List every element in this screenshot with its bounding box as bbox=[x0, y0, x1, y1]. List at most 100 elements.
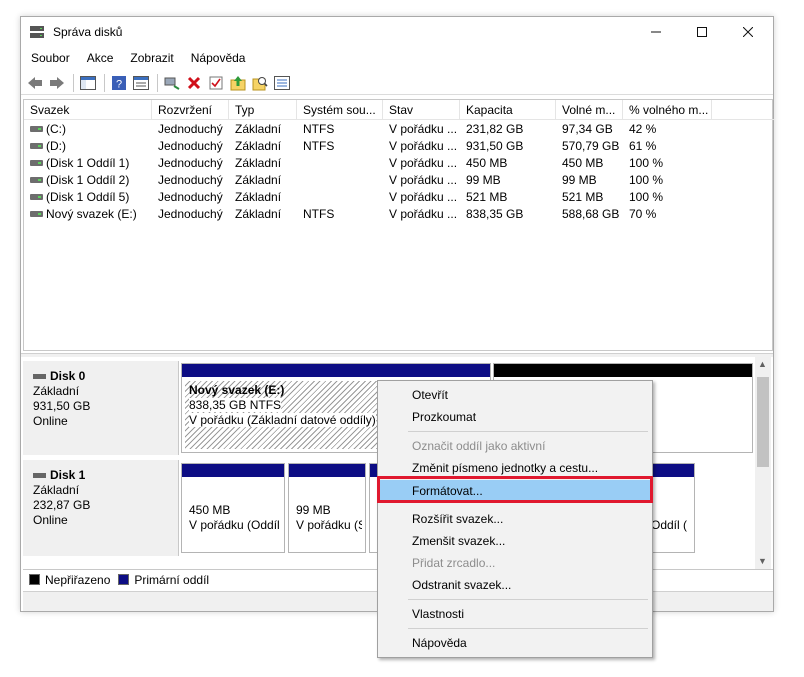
cell-free-space: 97,34 GB bbox=[562, 122, 613, 136]
disk-1-type: Základní bbox=[33, 483, 80, 497]
connect-button[interactable] bbox=[162, 73, 182, 93]
search-icon bbox=[252, 76, 268, 90]
menu-item-extend[interactable]: Rozšířit svazek... bbox=[380, 508, 650, 530]
volume-list[interactable]: Svazek Rozvržení Typ Systém sou... Stav … bbox=[23, 99, 774, 351]
delete-button[interactable] bbox=[184, 73, 204, 93]
graphical-view-scrollbar[interactable]: ▲ ▼ bbox=[755, 357, 771, 569]
connect-icon bbox=[164, 77, 180, 90]
cell-type: Základní bbox=[235, 139, 282, 153]
highlight-frame bbox=[377, 476, 653, 503]
column-capacity[interactable]: Kapacita bbox=[460, 100, 556, 120]
menu-item-properties[interactable]: Vlastnosti bbox=[380, 603, 650, 625]
legend-primary-label: Primární oddíl bbox=[134, 572, 210, 587]
partition-bar-primary bbox=[289, 464, 365, 477]
column-type[interactable]: Typ bbox=[229, 100, 297, 120]
properties-button[interactable] bbox=[131, 73, 151, 93]
disk-0-type: Základní bbox=[33, 384, 80, 398]
cell-status: V pořádku ... bbox=[389, 207, 458, 221]
back-button[interactable] bbox=[25, 73, 45, 93]
column-volume[interactable]: Svazek bbox=[24, 100, 152, 120]
cell-volume: Nový svazek (E:) bbox=[46, 207, 137, 221]
menu-item-help[interactable]: Nápověda bbox=[380, 632, 650, 654]
help-button[interactable]: ? bbox=[109, 73, 129, 93]
table-row[interactable]: (Disk 1 Oddíl 2) Jednoduchý Základní V p… bbox=[24, 172, 774, 189]
partition-size: 450 MB bbox=[189, 503, 231, 517]
toolbar-separator bbox=[157, 73, 158, 92]
cell-percent-free: 70 % bbox=[629, 207, 657, 221]
menu-view[interactable]: Zobrazit bbox=[120, 49, 180, 69]
partition-status: V pořádku (Základní datové oddíly) bbox=[189, 413, 376, 427]
cell-free-space: 450 MB bbox=[562, 156, 604, 170]
close-button[interactable] bbox=[725, 17, 771, 47]
check-button[interactable] bbox=[206, 73, 226, 93]
column-layout[interactable]: Rozvržení bbox=[152, 100, 229, 120]
column-status[interactable]: Stav bbox=[383, 100, 460, 120]
menu-separator bbox=[408, 431, 648, 432]
back-icon bbox=[28, 76, 42, 89]
console-tree-button[interactable] bbox=[78, 73, 98, 93]
column-percent-free[interactable]: % volného m... bbox=[623, 100, 712, 120]
menu-item-mark-active[interactable]: Označit oddíl jako aktivní bbox=[380, 435, 650, 457]
table-row[interactable]: (D:) Jednoduchý Základní NTFS V pořádku … bbox=[24, 138, 774, 155]
cell-volume: (Disk 1 Oddíl 5) bbox=[46, 190, 130, 204]
scroll-up-icon[interactable]: ▲ bbox=[758, 359, 767, 369]
menu-item-shrink[interactable]: Zmenšit svazek... bbox=[380, 530, 650, 552]
cell-file-system: NTFS bbox=[303, 207, 335, 221]
menu-action[interactable]: Akce bbox=[77, 49, 121, 69]
table-row[interactable]: (C:) Jednoduchý Základní NTFS V pořádku … bbox=[24, 121, 774, 138]
table-row[interactable]: Nový svazek (E:) Jednoduchý Základní NTF… bbox=[24, 206, 774, 223]
disk-icon bbox=[33, 473, 46, 479]
toolbar-separator bbox=[73, 73, 74, 92]
partition-bar-unallocated bbox=[494, 364, 752, 377]
window-title: Správa disků bbox=[53, 25, 123, 39]
menu-file[interactable]: Soubor bbox=[21, 49, 77, 69]
column-file-system[interactable]: Systém sou... bbox=[297, 100, 383, 120]
drive-icon bbox=[30, 194, 43, 200]
partition-size: 838,35 GB NTFS bbox=[189, 398, 282, 412]
up-folder-button[interactable] bbox=[228, 73, 248, 93]
disk-1-label[interactable]: Disk 1 Základní 232,87 GB Online bbox=[23, 460, 179, 556]
disk-0-label[interactable]: Disk 0 Základní 931,50 GB Online bbox=[23, 361, 179, 455]
partition-name: Nový svazek (E:) bbox=[189, 383, 285, 397]
cell-capacity: 838,35 GB bbox=[466, 207, 524, 221]
delete-icon bbox=[187, 76, 201, 89]
menu-item-explore[interactable]: Prozkoumat bbox=[380, 406, 650, 428]
cell-type: Základní bbox=[235, 156, 282, 170]
search-button[interactable] bbox=[250, 73, 270, 93]
cell-volume: (C:) bbox=[46, 122, 66, 136]
menu-item-delete[interactable]: Odstranit svazek... bbox=[380, 574, 650, 596]
cell-layout: Jednoduchý bbox=[158, 207, 223, 221]
table-row[interactable]: (Disk 1 Oddíl 1) Jednoduchý Základní V p… bbox=[24, 155, 774, 172]
list-view-button[interactable] bbox=[272, 73, 292, 93]
title-bar[interactable]: Správa disků bbox=[21, 17, 773, 47]
properties-icon bbox=[133, 75, 149, 90]
menu-item-add-mirror[interactable]: Přidat zrcadlo... bbox=[380, 552, 650, 574]
minimize-icon bbox=[651, 31, 661, 33]
minimize-button[interactable] bbox=[633, 17, 679, 47]
cell-layout: Jednoduchý bbox=[158, 173, 223, 187]
scroll-down-icon[interactable]: ▼ bbox=[758, 556, 767, 566]
maximize-button[interactable] bbox=[679, 17, 725, 47]
menu-item-open[interactable]: Otevřít bbox=[380, 384, 650, 406]
cell-free-space: 99 MB bbox=[562, 173, 597, 187]
cell-type: Základní bbox=[235, 173, 282, 187]
cell-free-space: 570,79 GB bbox=[562, 139, 620, 153]
legend-primary-swatch bbox=[118, 574, 130, 585]
list-view-icon bbox=[274, 75, 290, 90]
cell-free-space: 588,68 GB bbox=[562, 207, 620, 221]
partition-disk1-2[interactable]: 99 MB V pořádku (S bbox=[288, 463, 366, 553]
partition-disk1-1[interactable]: 450 MB V pořádku (Oddíl bbox=[181, 463, 285, 553]
cell-capacity: 231,82 GB bbox=[466, 122, 524, 136]
cell-type: Základní bbox=[235, 207, 282, 221]
column-free-space[interactable]: Volné m... bbox=[556, 100, 623, 120]
scroll-thumb[interactable] bbox=[757, 377, 769, 467]
menu-help[interactable]: Nápověda bbox=[181, 49, 253, 69]
partition-body: 99 MB V pořádku (S bbox=[292, 481, 362, 549]
partition-size bbox=[651, 503, 687, 518]
menu-bar: Soubor Akce Zobrazit Nápověda bbox=[21, 49, 252, 69]
forward-button[interactable] bbox=[47, 73, 67, 93]
table-row[interactable]: (Disk 1 Oddíl 5) Jednoduchý Základní V p… bbox=[24, 189, 774, 206]
partition-body: Oddíl ( bbox=[647, 481, 691, 549]
forward-icon bbox=[50, 76, 64, 89]
cell-layout: Jednoduchý bbox=[158, 139, 223, 153]
